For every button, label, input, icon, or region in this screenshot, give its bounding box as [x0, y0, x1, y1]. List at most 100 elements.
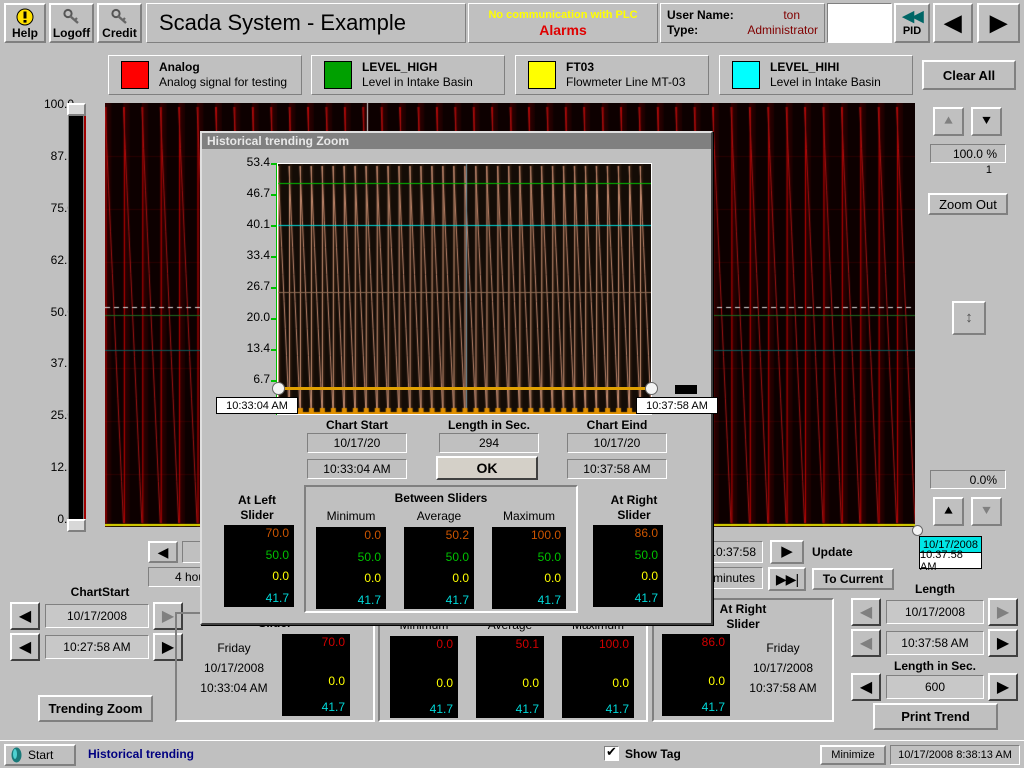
dialog-right-slider-knob[interactable] [645, 382, 658, 395]
dialog-chart-start-date[interactable]: 10/17/20 [307, 433, 407, 453]
dlg-right-val-levelhihi: 41.7 [593, 592, 658, 605]
dialog-trend-plot[interactable] [277, 163, 652, 415]
bg-min-ft03: 0.0 [390, 677, 453, 690]
bg-min-analog: 0.0 [390, 638, 453, 651]
prev-screen-button[interactable]: ◀ [933, 3, 973, 43]
dialog-y-tick-label: 40.1 [230, 217, 270, 231]
next-screen-button[interactable]: ▶ [977, 3, 1020, 43]
legend-tag-ft03[interactable]: FT03 Flowmeter Line MT-03 [515, 55, 709, 95]
bg-right-val-analog: 86.0 [662, 636, 725, 649]
dialog-plot-canvas[interactable] [278, 164, 651, 414]
zoom-percent-field[interactable]: 100.0 % [930, 144, 1006, 163]
dialog-col-average: Average [396, 509, 482, 523]
right-triangle-icon: ▶ [162, 640, 174, 655]
logoff-button[interactable]: Logoff [49, 3, 94, 43]
scale-bar-top-handle[interactable] [67, 103, 86, 116]
dialog-left-values-box: 70.0 50.0 0.0 41.7 [224, 525, 294, 607]
length-time-next-button[interactable]: ▶ [988, 629, 1018, 657]
dialog-length-label: Length in Sec. [434, 418, 544, 432]
chartstart-time-field[interactable]: 10:27:58 AM [45, 635, 149, 659]
dlg-min-analog: 0.0 [316, 529, 381, 542]
chartstart-title: ChartStart [40, 585, 160, 599]
legend-tag-level-hihi[interactable]: LEVEL_HIHI Level in Intake Basin [719, 55, 913, 95]
dialog-ok-button[interactable]: OK [436, 456, 538, 480]
dialog-right-time-tag: 10:37:58 AM [636, 397, 718, 414]
chartstart-span-left-button[interactable]: ◀ [148, 541, 178, 563]
dialog-col-maximum: Maximum [484, 509, 574, 523]
zoom-index-label: 1 [930, 164, 1006, 178]
bg-left-day: Friday [189, 638, 279, 658]
dialog-left-slider-knob[interactable] [272, 382, 285, 395]
to-current-button[interactable]: To Current [812, 568, 894, 590]
minimize-button[interactable]: Minimize [820, 745, 886, 765]
length-in-sec-title: Length in Sec. [880, 659, 990, 673]
alarm-banner[interactable]: No communication with PLC Alarms [468, 3, 658, 43]
down-arrow-icon: ⯆ [980, 114, 992, 129]
bg-max-ft03: 0.0 [562, 677, 629, 690]
credit-button[interactable]: Credit [97, 3, 142, 43]
pan-up-button[interactable]: ⯅ [933, 497, 964, 526]
chart-scroll-down-button[interactable]: ⯆ [971, 107, 1002, 136]
length-time-field[interactable]: 10:37:58 AM [886, 631, 984, 655]
start-button[interactable]: Start [4, 744, 76, 766]
help-button[interactable]: Help [4, 3, 46, 43]
update-play-button[interactable]: ▶ [770, 540, 804, 564]
dlg-min-levelhigh: 50.0 [316, 551, 381, 564]
length-date-field[interactable]: 10/17/2008 [886, 600, 984, 624]
logoff-button-label: Logoff [53, 27, 90, 39]
length-sec-next-button[interactable]: ▶ [988, 673, 1018, 701]
legend-tag-name: FT03 [566, 60, 685, 75]
center-minutes-field[interactable]: minutes [705, 567, 763, 589]
legend-tag-level-high[interactable]: LEVEL_HIGH Level in Intake Basin [311, 55, 505, 95]
left-triangle-icon: ◀ [19, 640, 31, 655]
clear-all-button[interactable]: Clear All [922, 60, 1016, 90]
dialog-slider-track[interactable] [277, 387, 652, 390]
legend-tag-analog[interactable]: Analog Analog signal for testing [108, 55, 302, 95]
legend-tag-desc: Level in Intake Basin [770, 75, 881, 90]
chartstart-time-prev-button[interactable]: ◀ [10, 633, 40, 661]
dialog-title-bar[interactable]: Historical trending Zoom [202, 133, 711, 149]
current-time-readout: 10:37:58 AM [919, 552, 982, 569]
status-blank-field[interactable] [827, 3, 892, 43]
chart-scroll-up-button[interactable]: ⯅ [933, 107, 964, 136]
bg-avg-analog: 50.1 [476, 638, 539, 651]
dialog-chart-start-time[interactable]: 10:33:04 AM [307, 459, 407, 479]
scale-bar-bottom-handle[interactable] [67, 519, 86, 532]
chartstart-date-prev-button[interactable]: ◀ [10, 602, 40, 630]
historical-trending-zoom-dialog[interactable]: Historical trending Zoom 53.446.740.133.… [200, 131, 713, 625]
dialog-y-tick-label: 6.7 [230, 372, 270, 386]
print-trend-button[interactable]: Print Trend [873, 703, 998, 730]
dialog-chart-end-time[interactable]: 10:37:58 AM [567, 459, 667, 479]
bg-maximum-box: 100.0 0.0 41.7 [562, 636, 634, 718]
left-triangle-icon: ◀ [19, 609, 31, 624]
main-scale-bar[interactable] [68, 105, 84, 525]
dialog-length-value[interactable]: 294 [439, 433, 539, 453]
bg-left-val-ft03: 0.0 [282, 675, 345, 688]
chartstart-date-field[interactable]: 10/17/2008 [45, 604, 149, 628]
right-slider-knob[interactable] [912, 525, 922, 535]
pan-percent-field[interactable]: 0.0% [930, 470, 1006, 489]
center-end-time-field[interactable]: 10:37:58 [705, 541, 763, 563]
trending-zoom-button[interactable]: Trending Zoom [38, 695, 153, 722]
show-tag-checkbox-group[interactable]: ✔ Show Tag [604, 746, 681, 761]
right-triangle-icon: ▶ [990, 13, 1007, 33]
user-info-box: User Name: ton Type: Administrator [660, 3, 825, 43]
dialog-left-time-tag: 10:33:04 AM [216, 397, 298, 414]
length-sec-prev-button[interactable]: ◀ [851, 673, 881, 701]
length-time-prev-button[interactable]: ◀ [851, 629, 881, 657]
length-date-next-button[interactable]: ▶ [988, 598, 1018, 626]
show-tag-checkbox[interactable]: ✔ [604, 746, 619, 761]
to-current-fastforward-button[interactable]: ▶▶| [768, 567, 806, 591]
length-date-prev-button[interactable]: ◀ [851, 598, 881, 626]
pan-down-button[interactable]: ⯆ [971, 497, 1002, 526]
dialog-minimum-box: 0.0 50.0 0.0 41.7 [316, 527, 386, 609]
taskbar-window-title[interactable]: Historical trending [88, 747, 194, 761]
dialog-y-tick-label: 13.4 [230, 341, 270, 355]
dialog-chart-end-date[interactable]: 10/17/20 [567, 433, 667, 453]
chart-resize-button[interactable]: ↕ [952, 301, 986, 335]
bg-max-analog: 100.0 [562, 638, 629, 651]
length-sec-field[interactable]: 600 [886, 675, 984, 699]
up-arrow-icon: ⯅ [942, 504, 954, 519]
pid-button[interactable]: ◀◀ PID [894, 3, 930, 43]
zoom-out-button[interactable]: Zoom Out [928, 193, 1008, 215]
